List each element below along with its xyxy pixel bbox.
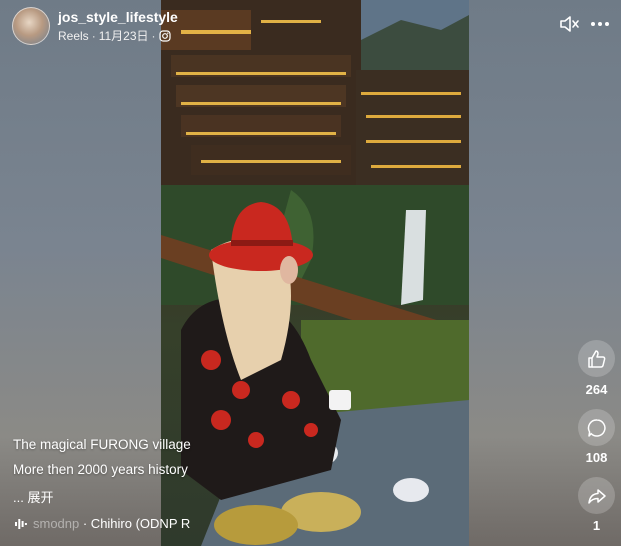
meta-separator: ·	[91, 28, 96, 43]
like-count: 264	[585, 382, 608, 397]
audio-label: smodnp · Chihiro (ODNP R	[33, 516, 228, 531]
thumbs-up-icon	[587, 349, 605, 368]
username-link[interactable]: jos_style_lifestyle	[58, 9, 178, 25]
caption-line-2: More then 2000 years history	[13, 462, 188, 477]
more-options-button[interactable]	[590, 13, 610, 35]
comment-count: 108	[585, 450, 608, 465]
share-count: 1	[592, 518, 601, 533]
reel-video[interactable]	[161, 0, 469, 546]
post-date[interactable]: 11月23日	[99, 27, 149, 44]
like-button[interactable]	[578, 340, 615, 377]
audio-artist: smodnp	[33, 516, 80, 531]
more-horizontal-icon	[591, 22, 609, 26]
comment-button[interactable]	[578, 409, 615, 446]
caption-line-1: The magical FURONG village	[13, 437, 191, 452]
source-label: Reels	[58, 28, 89, 43]
comment-bubble-icon	[587, 418, 606, 437]
instagram-icon	[158, 29, 171, 42]
post-meta: Reels · 11月23日 ·	[58, 27, 171, 44]
share-arrow-icon	[587, 488, 606, 504]
speaker-muted-icon	[560, 16, 579, 32]
share-button[interactable]	[578, 477, 615, 514]
expand-caption-link[interactable]: ... 展开	[13, 487, 53, 506]
audio-title: · Chihiro (ODNP R	[79, 516, 191, 531]
mute-button[interactable]	[558, 13, 580, 35]
reel-viewer: jos_style_lifestyle Reels · 11月23日 · 264	[0, 0, 629, 546]
audio-waveform-icon	[15, 518, 27, 529]
audio-track[interactable]: smodnp · Chihiro (ODNP R	[15, 516, 228, 531]
meta-separator: ·	[151, 28, 156, 43]
avatar[interactable]	[12, 7, 50, 45]
video-frame	[161, 0, 469, 546]
